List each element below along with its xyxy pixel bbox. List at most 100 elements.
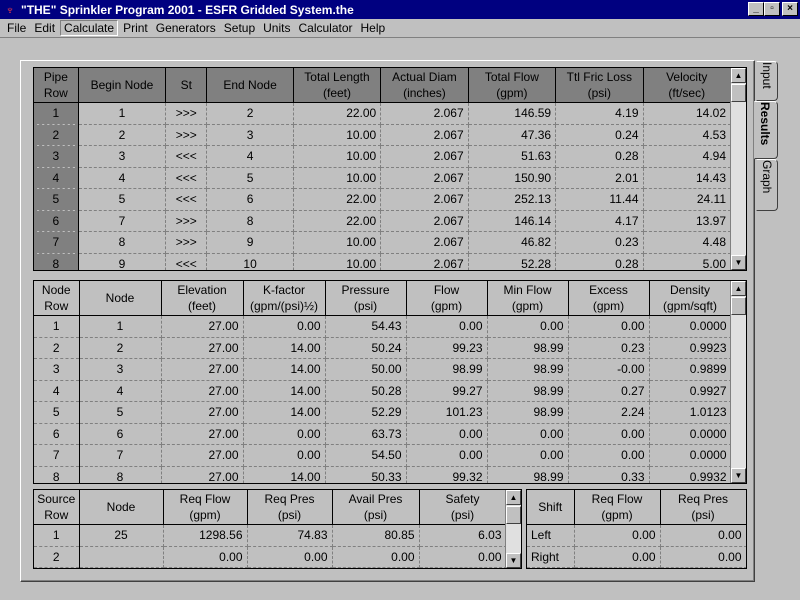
- scroll-up-icon[interactable]: ▲: [731, 68, 746, 83]
- source-col-header[interactable]: Node: [79, 490, 164, 525]
- node-col-header[interactable]: Density (gpm/sqft): [649, 281, 732, 316]
- source-row-header[interactable]: 1: [34, 524, 80, 547]
- source-row-header[interactable]: 2: [34, 546, 80, 568]
- node-col-header[interactable]: K-factor (gpm/(psi)½): [243, 281, 326, 316]
- scroll-thumb[interactable]: [731, 84, 746, 102]
- menu-file[interactable]: File: [4, 20, 29, 36]
- node-cell[interactable]: 8: [79, 466, 162, 483]
- node-cell[interactable]: 101.23: [406, 401, 488, 424]
- scroll-up-icon[interactable]: ▲: [506, 490, 521, 505]
- node-cell[interactable]: 99.27: [406, 380, 488, 402]
- node-cell[interactable]: 14.00: [243, 466, 326, 483]
- pipe-cell[interactable]: 150.90: [468, 167, 557, 189]
- source-table-row[interactable]: 2 0.00 0.00 0.00 0.00: [34, 546, 507, 568]
- source-cell[interactable]: 80.85: [332, 524, 420, 547]
- pipe-cell[interactable]: 6: [206, 188, 294, 211]
- pipe-table-row[interactable]: 1 1 >>> 2 22.00 2.067 146.59 4.19 14.02: [34, 102, 732, 125]
- node-cell[interactable]: 52.29: [325, 401, 407, 424]
- pipe-cell[interactable]: 5: [78, 188, 167, 211]
- menu-units[interactable]: Units: [260, 20, 293, 36]
- node-cell[interactable]: 50.28: [325, 380, 407, 402]
- close-button[interactable]: ×: [782, 2, 798, 16]
- tab-input[interactable]: Input: [756, 61, 778, 101]
- shift-row-header[interactable]: Left: [527, 524, 575, 547]
- pipe-cell[interactable]: <<<: [165, 167, 208, 189]
- node-cell[interactable]: 0.23: [568, 337, 650, 359]
- pipe-cell[interactable]: 0.28: [555, 253, 644, 270]
- node-cell[interactable]: 5: [79, 401, 162, 424]
- pipe-cell[interactable]: 4.17: [555, 210, 644, 232]
- pipe-cell[interactable]: 4.48: [643, 231, 732, 254]
- pipe-cell[interactable]: 2.067: [380, 102, 469, 125]
- node-cell[interactable]: 0.00: [406, 444, 488, 467]
- node-table-row[interactable]: 6 6 27.00 0.00 63.73 0.00 0.00 0.00 0.0000: [34, 423, 732, 445]
- scroll-up-icon[interactable]: ▲: [731, 281, 746, 296]
- pipe-cell[interactable]: 4.53: [643, 124, 732, 146]
- node-table-row[interactable]: 5 5 27.00 14.00 52.29 101.23 98.99 2.24 1.0123: [34, 401, 732, 424]
- source-cell[interactable]: 0.00: [163, 546, 248, 568]
- menu-setup[interactable]: Setup: [221, 20, 258, 36]
- node-cell[interactable]: 0.00: [568, 315, 650, 338]
- node-row-header[interactable]: 6: [34, 423, 80, 445]
- source-grid-scrollbar[interactable]: ▲ ▼: [505, 490, 521, 568]
- menu-calculator[interactable]: Calculator: [295, 20, 355, 36]
- shift-cell[interactable]: 0.00: [574, 546, 661, 568]
- pipe-cell[interactable]: 10.00: [293, 145, 382, 168]
- node-cell[interactable]: 0.00: [406, 315, 488, 338]
- pipe-cell[interactable]: 14.02: [643, 102, 732, 125]
- node-cell[interactable]: 54.43: [325, 315, 407, 338]
- pipe-table-row[interactable]: 3 3 <<< 4 10.00 2.067 51.63 0.28 4.94: [34, 145, 732, 168]
- node-cell[interactable]: 0.00: [487, 423, 569, 445]
- pipe-row-header[interactable]: 3: [34, 145, 79, 168]
- node-cell[interactable]: 99.23: [406, 337, 488, 359]
- source-cell[interactable]: 0.00: [332, 546, 420, 568]
- node-cell[interactable]: 0.9927: [649, 380, 732, 402]
- pipe-col-header[interactable]: Ttl Fric Loss (psi): [555, 68, 644, 103]
- pipe-cell[interactable]: >>>: [165, 124, 208, 146]
- pipe-cell[interactable]: 22.00: [293, 210, 382, 232]
- source-col-header[interactable]: Avail Pres (psi): [332, 490, 420, 525]
- pipe-col-header[interactable]: Total Length (feet): [293, 68, 382, 103]
- node-cell[interactable]: 14.00: [243, 358, 326, 381]
- node-cell[interactable]: 98.99: [487, 337, 569, 359]
- node-cell[interactable]: 0.27: [568, 380, 650, 402]
- node-cell[interactable]: 27.00: [161, 380, 244, 402]
- pipe-cell[interactable]: 2.067: [380, 167, 469, 189]
- pipe-cell[interactable]: 1: [78, 102, 167, 125]
- pipe-cell[interactable]: >>>: [165, 102, 208, 125]
- scroll-down-icon[interactable]: ▼: [731, 255, 746, 270]
- pipe-cell[interactable]: 14.43: [643, 167, 732, 189]
- pipe-cell[interactable]: 5.00: [643, 253, 732, 270]
- node-col-header[interactable]: Node: [79, 281, 162, 316]
- pipe-cell[interactable]: 5: [206, 167, 294, 189]
- node-cell[interactable]: 3: [79, 358, 162, 381]
- source-col-header[interactable]: Safety (psi): [419, 490, 507, 525]
- pipe-row-header[interactable]: 1: [34, 102, 79, 125]
- scroll-thumb[interactable]: [506, 506, 521, 524]
- node-grid-scrollbar[interactable]: ▲ ▼: [730, 281, 746, 483]
- pipe-cell[interactable]: 9: [206, 231, 294, 254]
- node-table-row[interactable]: 3 3 27.00 14.00 50.00 98.99 98.99 -0.00 0.9899: [34, 358, 732, 381]
- pipe-cell[interactable]: 3: [206, 124, 294, 146]
- menu-calculate[interactable]: Calculate: [60, 20, 119, 36]
- pipe-cell[interactable]: 10.00: [293, 231, 382, 254]
- shift-col-header[interactable]: Req Pres (psi): [660, 490, 746, 525]
- pipe-table-row[interactable]: 2 2 >>> 3 10.00 2.067 47.36 0.24 4.53: [34, 124, 732, 146]
- pipe-cell[interactable]: <<<: [165, 253, 208, 270]
- pipe-cell[interactable]: 8: [206, 210, 294, 232]
- source-cell[interactable]: 74.83: [247, 524, 333, 547]
- source-col-header[interactable]: Source Row: [34, 490, 80, 525]
- node-cell[interactable]: 0.9932: [649, 466, 732, 483]
- pipe-cell[interactable]: 47.36: [468, 124, 557, 146]
- pipe-cell[interactable]: 2.067: [380, 210, 469, 232]
- node-cell[interactable]: 0.00: [243, 444, 326, 467]
- scroll-down-icon[interactable]: ▼: [506, 553, 521, 568]
- node-cell[interactable]: 54.50: [325, 444, 407, 467]
- shift-cell[interactable]: 0.00: [574, 524, 661, 547]
- node-cell[interactable]: 27.00: [161, 423, 244, 445]
- pipe-row-header[interactable]: 7: [34, 231, 79, 254]
- node-col-header[interactable]: Excess (gpm): [568, 281, 650, 316]
- pipe-cell[interactable]: 252.13: [468, 188, 557, 211]
- node-cell[interactable]: 7: [79, 444, 162, 467]
- pipe-cell[interactable]: 11.44: [555, 188, 644, 211]
